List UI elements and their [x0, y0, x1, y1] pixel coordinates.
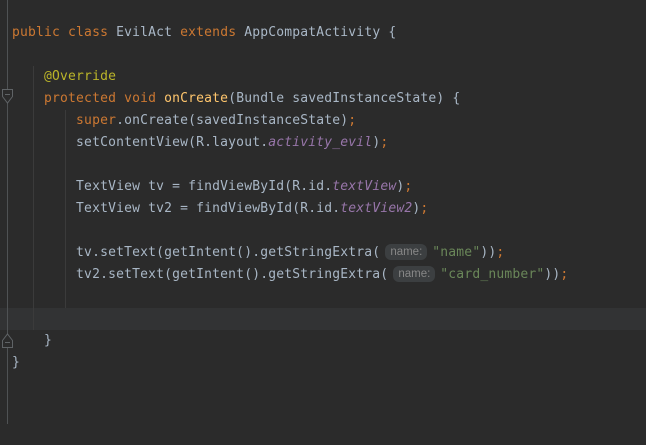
- code-token: ;: [404, 179, 412, 194]
- resource-reference: activity_evil: [268, 135, 372, 150]
- method-name: onCreate: [164, 91, 228, 106]
- code-line: [12, 220, 568, 242]
- code-token: public class: [12, 25, 116, 40]
- code-token: }: [12, 333, 52, 348]
- code-line: @Override: [12, 66, 568, 88]
- code-line: TextView tv2 = findViewById(R.id.textVie…: [12, 198, 568, 220]
- code-line: tv.setText(getIntent().getStringExtra( na…: [12, 242, 568, 264]
- code-area[interactable]: public class EvilAct extends AppCompatAc…: [12, 22, 568, 374]
- code-line: TextView tv = findViewById(R.id.textView…: [12, 176, 568, 198]
- code-line-caret: [12, 308, 568, 330]
- code-line: public class EvilAct extends AppCompatAc…: [12, 22, 568, 44]
- code-token: extends: [180, 25, 244, 40]
- code-line: protected void onCreate(Bundle savedInst…: [12, 88, 568, 110]
- code-line: setContentView(R.layout.activity_evil);: [12, 132, 568, 154]
- resource-reference: textView: [332, 179, 396, 194]
- parameter-name-hint[interactable]: name:: [393, 266, 435, 282]
- code-token: }: [12, 355, 20, 370]
- class-name: EvilAct: [116, 25, 180, 40]
- code-line: [12, 154, 568, 176]
- code-token: tv.setText(getIntent().getStringExtra(: [12, 245, 380, 260]
- code-token: protected void: [12, 91, 164, 106]
- code-token: ;: [496, 245, 504, 260]
- code-token: ;: [560, 267, 568, 282]
- code-token: (Bundle savedInstanceState) {: [228, 91, 460, 106]
- gutter-separator-line: [7, 0, 8, 424]
- annotation-token: @Override: [12, 69, 116, 84]
- code-line: tv2.setText(getIntent().getStringExtra( n…: [12, 264, 568, 286]
- resource-reference: textView2: [340, 201, 412, 216]
- parameter-name-hint[interactable]: name:: [385, 244, 427, 260]
- code-token: AppCompatActivity {: [244, 25, 396, 40]
- code-line: super.onCreate(savedInstanceState);: [12, 110, 568, 132]
- code-editor[interactable]: public class EvilAct extends AppCompatAc…: [0, 0, 646, 445]
- code-token: )): [480, 245, 496, 260]
- code-token: ;: [380, 135, 388, 150]
- code-token: .onCreate(savedInstanceState): [116, 113, 348, 128]
- code-line: [12, 286, 568, 308]
- code-token: TextView tv2 = findViewById(R.id.: [12, 201, 340, 216]
- code-token: TextView tv = findViewById(R.id.: [12, 179, 332, 194]
- code-token: ;: [348, 113, 356, 128]
- string-literal: "card_number": [440, 267, 544, 282]
- code-line: }: [12, 352, 568, 374]
- code-line: [12, 44, 568, 66]
- string-literal: "name": [432, 245, 480, 260]
- code-line: }: [12, 330, 568, 352]
- code-token: )): [544, 267, 560, 282]
- code-token: ;: [420, 201, 428, 216]
- code-token: tv2.setText(getIntent().getStringExtra(: [12, 267, 388, 282]
- code-token: setContentView(R.layout.: [12, 135, 268, 150]
- code-token: super: [12, 113, 116, 128]
